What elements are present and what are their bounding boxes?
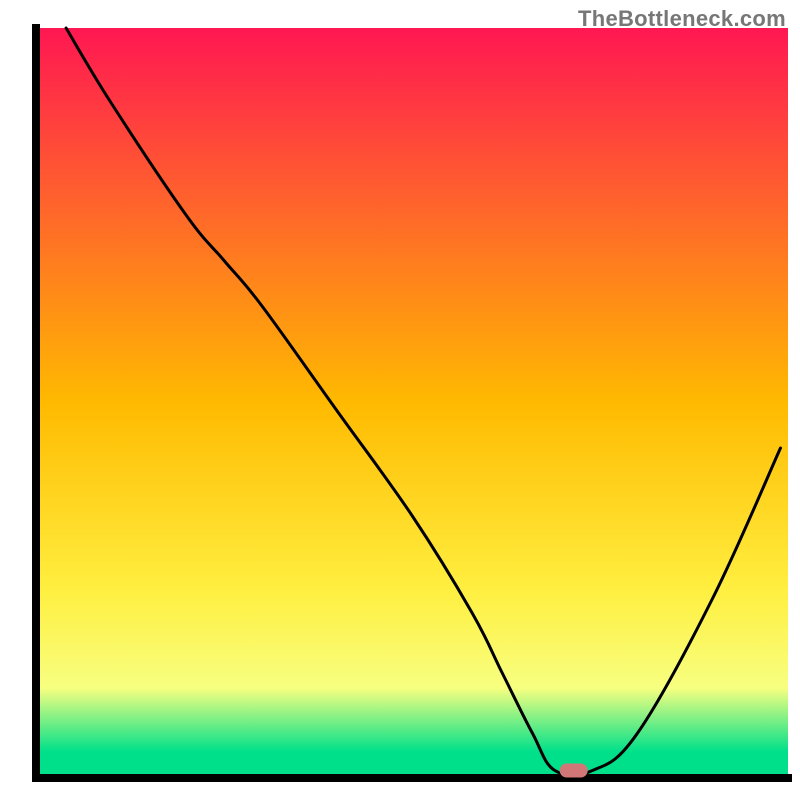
plot-svg bbox=[0, 0, 800, 800]
watermark-text: TheBottleneck.com bbox=[578, 6, 786, 32]
bottleneck-chart: TheBottleneck.com bbox=[0, 0, 800, 800]
gradient-background bbox=[36, 28, 788, 778]
optimal-marker bbox=[560, 764, 588, 778]
